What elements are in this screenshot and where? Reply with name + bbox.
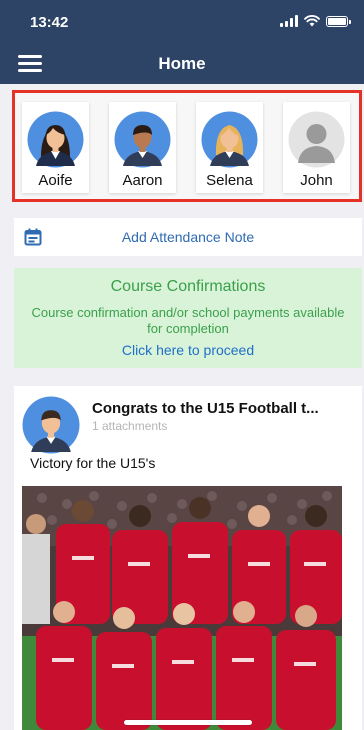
attachments-count: 1 attachments [92, 419, 168, 433]
male-avatar-icon [114, 111, 171, 168]
child-name: John [300, 172, 333, 189]
child-name: Aaron [122, 172, 163, 189]
news-post: Congrats to the U15 Football t... 1 atta… [14, 386, 362, 730]
signal-icon [280, 15, 298, 27]
placeholder-avatar-icon [288, 111, 345, 168]
course-description: Course confirmation and/or school paymen… [31, 305, 345, 336]
wifi-icon [304, 15, 320, 27]
child-card-aoife[interactable]: Aoife [22, 102, 89, 193]
child-card-selena[interactable]: Selena [196, 102, 263, 193]
female-avatar-icon [27, 111, 84, 168]
child-name: Selena [206, 172, 253, 189]
male-avatar-icon [22, 396, 80, 454]
child-card-john[interactable]: John [283, 102, 350, 193]
nav-bar: Home [0, 44, 364, 84]
child-name: Aoife [38, 172, 73, 189]
post-text: Victory for the U15's [30, 455, 156, 471]
course-confirmations-card: Course Confirmations Course confirmation… [14, 268, 362, 368]
status-bar: 13:42 [0, 0, 364, 44]
proceed-link[interactable]: Click here to proceed [14, 342, 362, 358]
status-time: 13:42 [30, 14, 69, 31]
home-indicator[interactable] [124, 720, 252, 725]
female-avatar-blonde-icon [201, 111, 258, 168]
children-selector: Aoife Aaron Selena John [12, 90, 362, 202]
post-title[interactable]: Congrats to the U15 Football t... [92, 400, 354, 417]
team-photo[interactable] [22, 486, 342, 730]
add-attendance-note-button[interactable]: Add Attendance Note [14, 218, 362, 256]
page-title: Home [158, 54, 206, 73]
course-title: Course Confirmations [110, 278, 266, 295]
child-card-aaron[interactable]: Aaron [109, 102, 176, 193]
attendance-label: Add Attendance Note [121, 229, 255, 245]
battery-icon [326, 15, 351, 27]
status-icons [280, 15, 351, 27]
